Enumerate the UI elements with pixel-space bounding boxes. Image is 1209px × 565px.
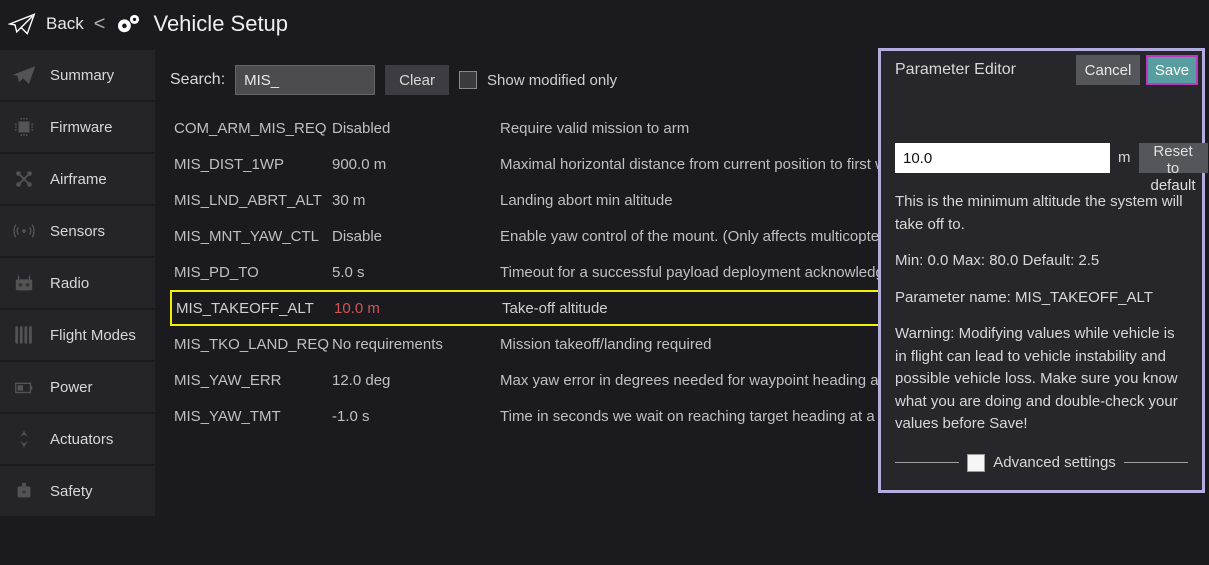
sidebar-item-label: Firmware — [50, 119, 113, 136]
back-link[interactable]: Back — [46, 14, 84, 34]
app-logo-icon — [8, 12, 36, 36]
parameter-editor-panel: Parameter Editor Cancel Save m Reset to … — [878, 48, 1205, 493]
safety-icon — [8, 477, 40, 505]
actuators-icon — [8, 425, 40, 453]
value-input[interactable] — [895, 143, 1110, 173]
search-input[interactable] — [235, 65, 375, 95]
sidebar-item-label: Radio — [50, 275, 89, 292]
sidebar-item-label: Flight Modes — [50, 327, 136, 344]
editor-param-name: Parameter name: MIS_TAKEOFF_ALT — [895, 287, 1188, 310]
divider — [895, 462, 959, 463]
page-title: Vehicle Setup — [153, 11, 288, 37]
sidebar-item-actuators[interactable]: Actuators — [0, 414, 155, 464]
editor-title: Parameter Editor — [895, 61, 1070, 79]
clear-button[interactable]: Clear — [385, 65, 449, 95]
sidebar-item-label: Safety — [50, 483, 93, 500]
editor-warning: Warning: Modifying values while vehicle … — [895, 323, 1188, 436]
unit-label: m — [1118, 143, 1131, 173]
app-header: Back < Vehicle Setup — [0, 0, 1209, 48]
flight-modes-icon — [8, 321, 40, 349]
reset-button[interactable]: Reset to default — [1139, 143, 1208, 173]
editor-limits: Min: 0.0 Max: 80.0 Default: 2.5 — [895, 250, 1188, 273]
settings-icon — [115, 13, 143, 35]
advanced-checkbox[interactable] — [967, 454, 985, 472]
sidebar-item-summary[interactable]: Summary — [0, 50, 155, 100]
airframe-icon — [8, 165, 40, 193]
editor-description: This is the minimum altitude the system … — [895, 191, 1188, 236]
sidebar-item-safety[interactable]: Safety — [0, 466, 155, 516]
paper-plane-icon — [8, 61, 40, 89]
sidebar-item-radio[interactable]: Radio — [0, 258, 155, 308]
sidebar-item-label: Summary — [50, 67, 114, 84]
battery-icon — [8, 373, 40, 401]
sensors-icon — [8, 217, 40, 245]
show-modified-checkbox[interactable] — [459, 71, 477, 89]
sidebar-item-label: Sensors — [50, 223, 105, 240]
show-modified-label: Show modified only — [487, 72, 617, 89]
sidebar: Summary Firmware Airframe Sensors Radio … — [0, 50, 155, 518]
sidebar-item-power[interactable]: Power — [0, 362, 155, 412]
chip-icon — [8, 113, 40, 141]
sidebar-item-label: Airframe — [50, 171, 107, 188]
sidebar-item-firmware[interactable]: Firmware — [0, 102, 155, 152]
back-label: Back — [46, 14, 84, 34]
editor-body: m Reset to default This is the minimum a… — [881, 89, 1202, 474]
sidebar-item-label: Actuators — [50, 431, 113, 448]
sidebar-item-label: Power — [50, 379, 93, 396]
save-button[interactable]: Save — [1146, 55, 1198, 85]
editor-header: Parameter Editor Cancel Save — [881, 51, 1202, 89]
divider — [1124, 462, 1188, 463]
radio-icon — [8, 269, 40, 297]
cancel-button[interactable]: Cancel — [1076, 55, 1140, 85]
advanced-label: Advanced settings — [993, 452, 1116, 475]
advanced-settings-row: Advanced settings — [895, 452, 1188, 475]
sidebar-item-flight-modes[interactable]: Flight Modes — [0, 310, 155, 360]
search-label: Search: — [170, 71, 225, 89]
sidebar-item-airframe[interactable]: Airframe — [0, 154, 155, 204]
sidebar-item-sensors[interactable]: Sensors — [0, 206, 155, 256]
breadcrumb-separator: < — [94, 13, 106, 36]
